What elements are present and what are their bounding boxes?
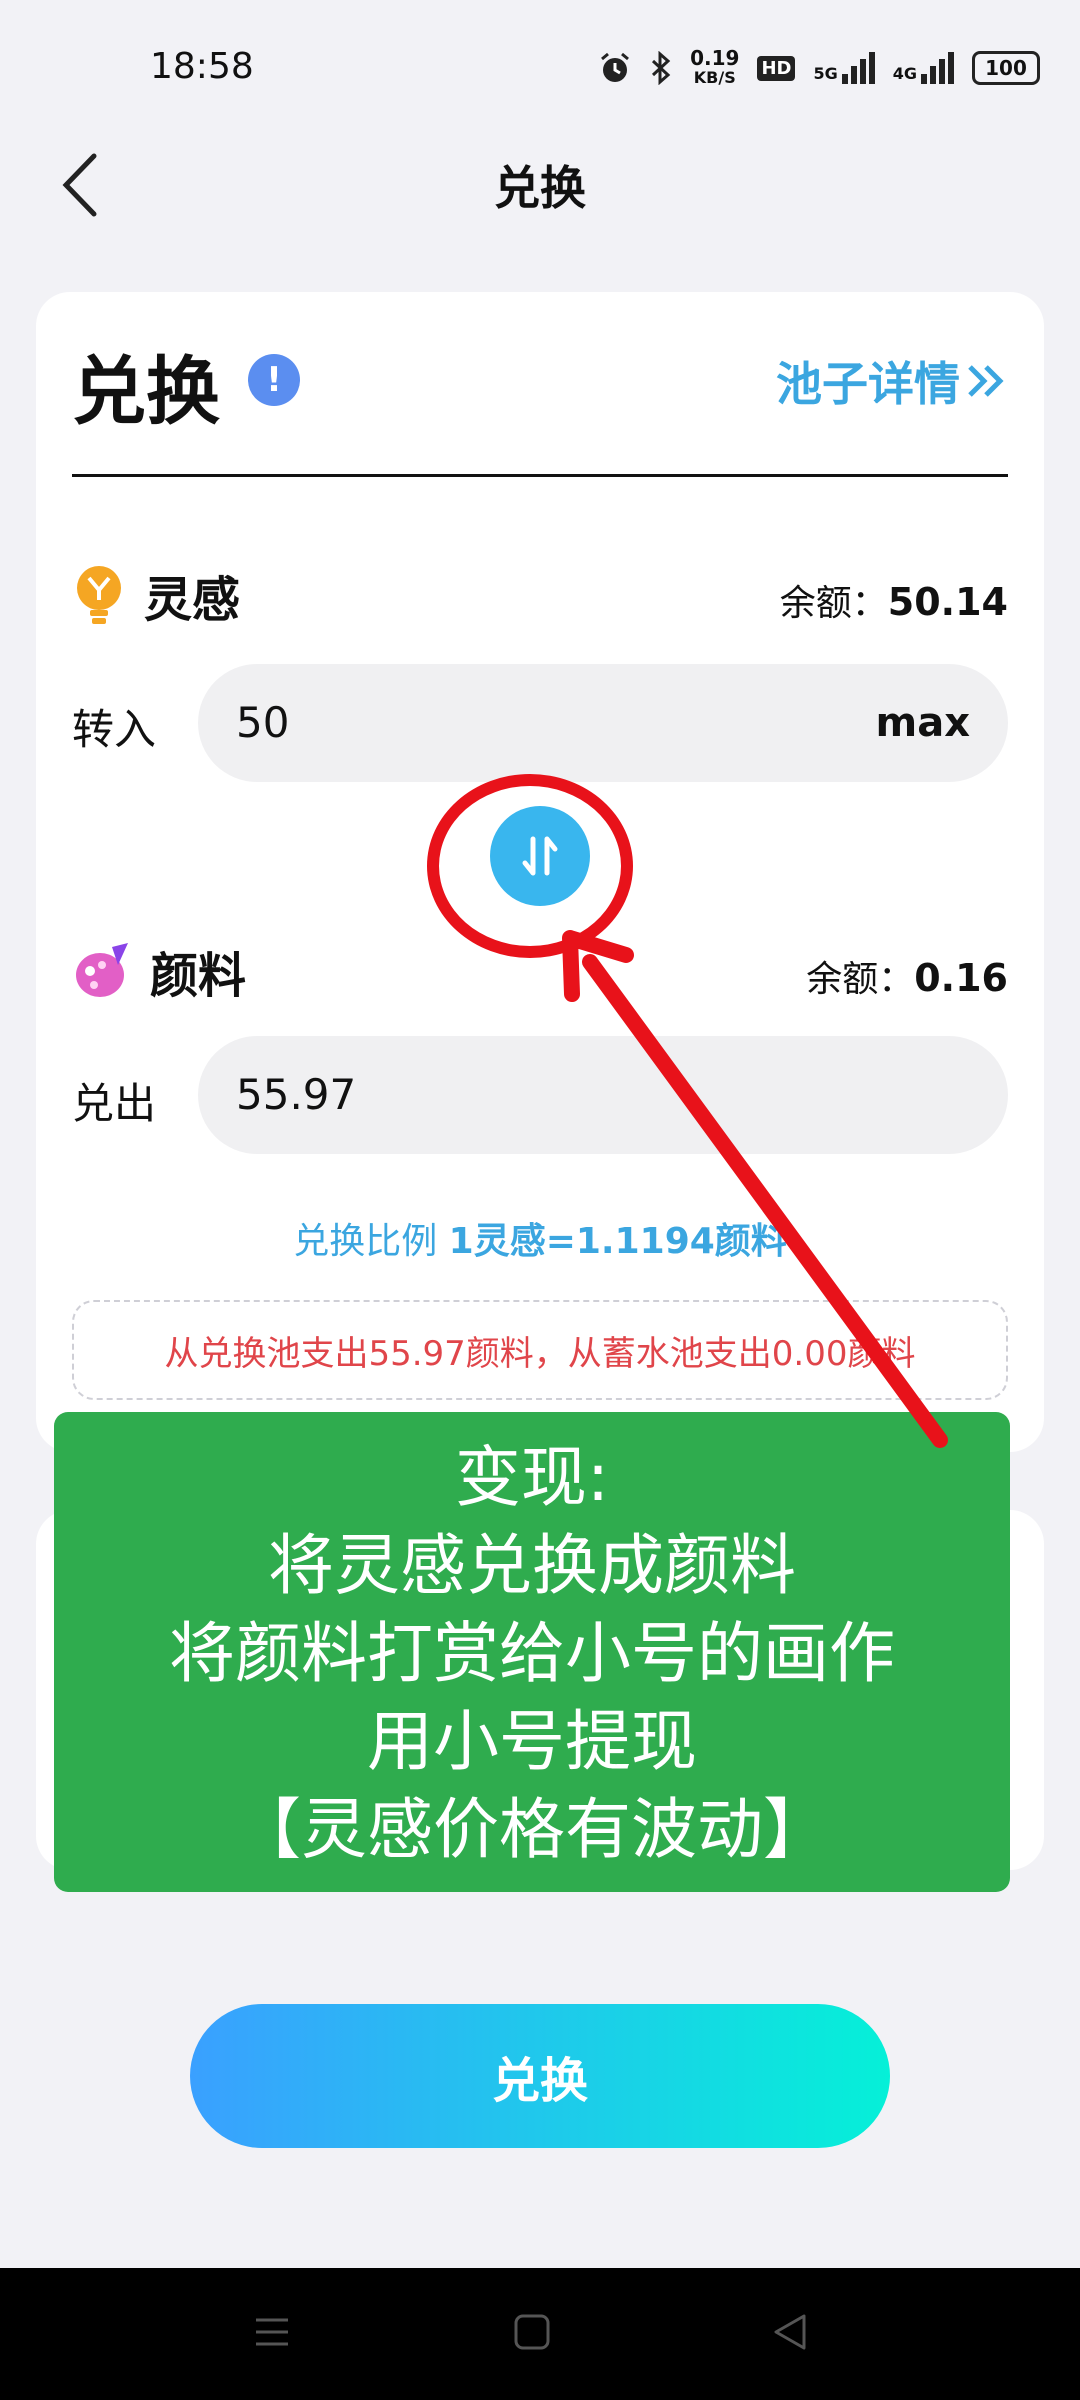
- signal-bars-icon: [921, 52, 954, 84]
- signal-sim1: 5G: [813, 52, 875, 84]
- sim1-label: 5G: [813, 64, 838, 83]
- from-amount-input[interactable]: 50 max: [198, 664, 1008, 782]
- to-balance-label: 余额：: [806, 959, 915, 1000]
- bluetooth-icon: [652, 51, 671, 85]
- home-square-icon[interactable]: [512, 2312, 552, 2352]
- hd-badge: HD: [757, 55, 796, 81]
- from-balance-label: 余额：: [779, 583, 888, 624]
- sim2-label: 4G: [892, 64, 917, 83]
- double-chevron-right-icon: [968, 365, 1004, 397]
- from-token-name: 灵感: [144, 572, 241, 628]
- pool-notice: 从兑换池支出55.97颜料，从蓄水池支出0.00颜料: [72, 1300, 1008, 1400]
- to-field-label: 兑出: [72, 1079, 157, 1128]
- signal-bars-icon: [841, 52, 875, 84]
- pool-details-link[interactable]: 池子详情: [776, 348, 1008, 414]
- from-balance-value: 50.14: [887, 580, 1008, 624]
- battery-icon: 100: [972, 51, 1040, 85]
- network-speed-unit: KB/S: [693, 68, 736, 87]
- status-time: 18:58: [150, 46, 254, 87]
- to-token-name: 颜料: [150, 948, 247, 1004]
- network-speed-value: 0.19: [690, 46, 740, 70]
- to-amount-value: 55.97: [236, 1070, 357, 1119]
- pool-details-label: 池子详情: [776, 357, 960, 411]
- annotation-line: 将灵感兑换成颜料: [268, 1527, 796, 1604]
- annotation-line: 将颜料打赏给小号的画作: [169, 1615, 895, 1692]
- annotation-circle: [427, 774, 633, 958]
- card-title: 兑换: [72, 349, 220, 435]
- exchange-button[interactable]: 兑换: [190, 2004, 890, 2148]
- from-field-label: 转入: [72, 705, 157, 754]
- system-nav-bar: [0, 2268, 1080, 2400]
- lightbulb-icon: [77, 566, 121, 624]
- from-token-header: 灵感: [72, 560, 240, 630]
- back-triangle-icon[interactable]: [770, 2312, 810, 2352]
- from-balance: 余额：50.14: [780, 574, 1008, 626]
- annotation-line: 【灵感价格有波动】: [235, 1791, 829, 1868]
- page-title: 兑换: [494, 161, 586, 215]
- signal-sim2: 4G: [893, 52, 954, 84]
- annotation-line: 用小号提现: [367, 1703, 697, 1780]
- exchange-ratio: 兑换比例 1灵感=1.1194颜料: [0, 1212, 1080, 1264]
- to-token-header: 颜料: [72, 936, 246, 1006]
- max-button[interactable]: max: [876, 664, 970, 782]
- network-speed: 0.19 KB/S: [690, 48, 739, 88]
- from-amount-value: 50: [236, 698, 290, 747]
- to-balance-value: 0.16: [914, 956, 1008, 1000]
- info-icon[interactable]: !: [248, 354, 300, 406]
- to-amount-output: 55.97: [198, 1036, 1008, 1154]
- alarm-icon: [601, 52, 630, 82]
- menu-icon[interactable]: [252, 2312, 292, 2352]
- title-divider: [72, 474, 1008, 477]
- status-icons: 0.19 KB/S HD 5G 4G 100: [598, 40, 1040, 96]
- palette-icon: [76, 943, 128, 997]
- annotation-box: 变现: 将灵感兑换成颜料 将颜料打赏给小号的画作 用小号提现 【灵感价格有波动】: [54, 1412, 1010, 1892]
- ratio-value: 1灵感=1.1194颜料: [448, 1221, 787, 1262]
- to-balance: 余额：0.16: [806, 950, 1008, 1002]
- ratio-label: 兑换比例: [293, 1221, 438, 1262]
- annotation-line: 变现:: [454, 1439, 610, 1516]
